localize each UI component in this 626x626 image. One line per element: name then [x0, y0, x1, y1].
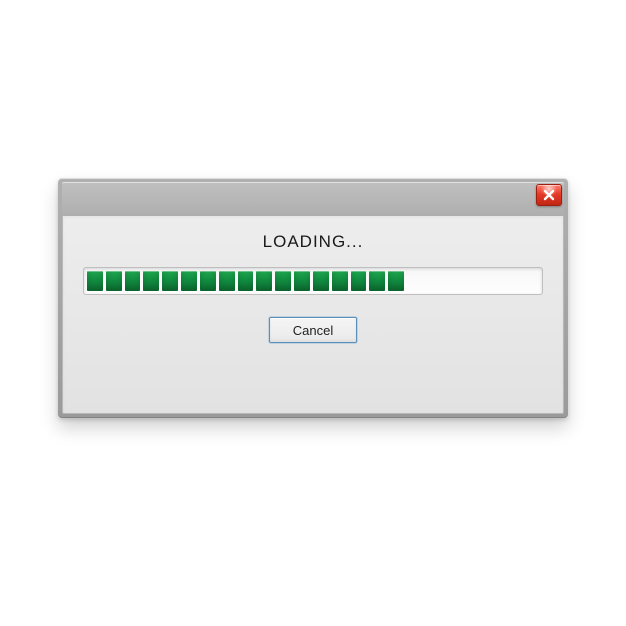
button-row: Cancel	[269, 317, 357, 343]
progress-segment-filled	[388, 271, 404, 291]
progress-segment-empty	[501, 271, 517, 291]
progress-segment-filled	[369, 271, 385, 291]
progress-segment-filled	[219, 271, 235, 291]
progress-bar	[83, 267, 543, 295]
progress-segment-filled	[294, 271, 310, 291]
progress-segment-filled	[143, 271, 159, 291]
progress-segment-filled	[256, 271, 272, 291]
progress-segment-filled	[181, 271, 197, 291]
progress-segment-filled	[351, 271, 367, 291]
progress-segment-filled	[238, 271, 254, 291]
loading-dialog: LOADING... Cancel	[58, 178, 568, 418]
close-button[interactable]	[536, 184, 562, 206]
progress-segment-filled	[87, 271, 103, 291]
progress-segment-empty	[407, 271, 423, 291]
loading-label: LOADING...	[263, 232, 364, 252]
progress-segment-empty	[520, 271, 536, 291]
progress-segment-filled	[162, 271, 178, 291]
progress-segment-empty	[426, 271, 442, 291]
progress-segment-filled	[200, 271, 216, 291]
progress-segment-filled	[125, 271, 141, 291]
progress-segment-filled	[275, 271, 291, 291]
progress-segment-filled	[106, 271, 122, 291]
close-icon	[542, 188, 556, 202]
progress-segment-empty	[445, 271, 461, 291]
progress-segment-filled	[313, 271, 329, 291]
progress-segment-empty	[482, 271, 498, 291]
cancel-button[interactable]: Cancel	[269, 317, 357, 343]
progress-segment-filled	[332, 271, 348, 291]
progress-segment-empty	[464, 271, 480, 291]
dialog-client-area: LOADING... Cancel	[62, 216, 564, 414]
titlebar	[62, 182, 564, 216]
